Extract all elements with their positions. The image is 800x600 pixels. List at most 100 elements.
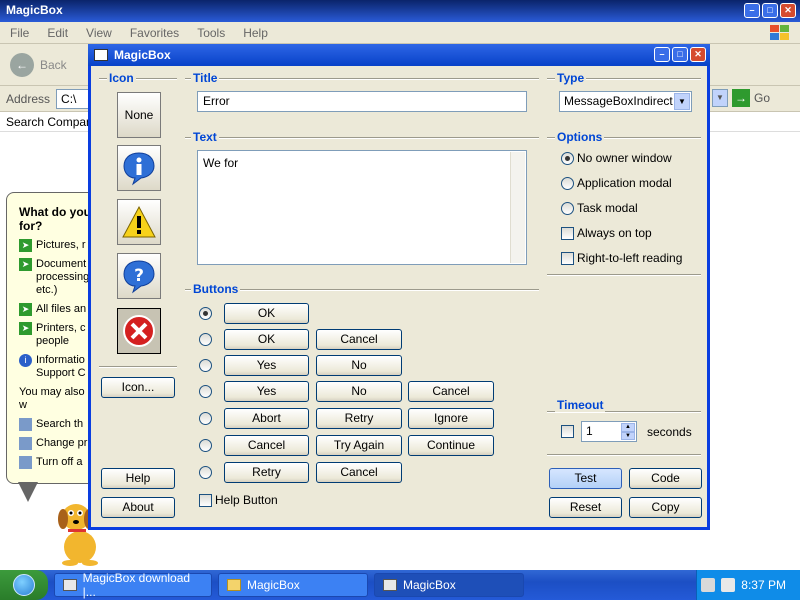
button-set-radio-canceltrycontinue[interactable] (199, 439, 212, 452)
rtl-reading-label[interactable]: Right-to-left reading (577, 251, 682, 265)
dialog-title: MagicBox (114, 48, 171, 62)
maximize-icon[interactable]: □ (672, 47, 688, 62)
sample-cancel-button[interactable]: Cancel (316, 462, 402, 483)
menu-tools[interactable]: Tools (197, 26, 225, 40)
task-modal-radio[interactable] (561, 202, 574, 215)
back-label[interactable]: Back (40, 58, 67, 72)
menu-view[interactable]: View (86, 26, 112, 40)
balloon-tail (18, 482, 38, 502)
sample-no-button[interactable]: No (316, 355, 402, 376)
tray-app-icon[interactable] (701, 578, 716, 592)
task-folder[interactable]: MagicBox (218, 573, 368, 597)
application-modal-label[interactable]: Application modal (577, 176, 672, 190)
sample-try-again-button[interactable]: Try Again (316, 435, 402, 456)
no-owner-radio[interactable] (561, 152, 574, 165)
test-button[interactable]: Test (549, 468, 622, 489)
code-button[interactable]: Code (629, 468, 702, 489)
text-scrollbar[interactable] (510, 152, 525, 263)
info-icon-button[interactable] (117, 145, 161, 191)
application-modal-radio[interactable] (561, 177, 574, 190)
balloon-subitem[interactable]: Turn off a (19, 456, 95, 469)
address-dropdown-icon[interactable]: ▼ (712, 89, 728, 107)
timeout-input[interactable]: 1 ▲ ▼ (581, 421, 637, 442)
task-browser[interactable]: MagicBox download |... (54, 571, 212, 599)
help-button-label[interactable]: Help Button (215, 493, 278, 507)
sample-yes-button[interactable]: Yes (224, 381, 309, 402)
sample-no-button[interactable]: No (316, 381, 402, 402)
spinner-icon[interactable]: ▲ ▼ (621, 423, 635, 440)
always-on-top-label[interactable]: Always on top (577, 226, 652, 240)
button-set-radio-ok[interactable] (199, 307, 212, 320)
error-icon (123, 315, 155, 347)
reset-button[interactable]: Reset (549, 497, 622, 518)
sample-retry-button[interactable]: Retry (316, 408, 402, 429)
message-text-area[interactable]: We for (197, 150, 527, 265)
minimize-icon[interactable]: – (744, 3, 760, 18)
sample-retry-button[interactable]: Retry (224, 462, 309, 483)
balloon-subitem[interactable]: Search th (19, 418, 95, 431)
browser-icon (63, 579, 77, 591)
preferences-icon (19, 437, 32, 450)
menu-favorites[interactable]: Favorites (130, 26, 179, 40)
sample-ignore-button[interactable]: Ignore (408, 408, 494, 429)
timeout-checkbox[interactable] (561, 425, 574, 438)
rtl-reading-checkbox[interactable] (561, 252, 574, 265)
sample-cancel-button[interactable]: Cancel (316, 329, 402, 350)
taskbar: MagicBox download |... MagicBox MagicBox… (0, 570, 800, 600)
custom-icon-button[interactable]: Icon... (101, 377, 175, 398)
task-magicbox[interactable]: MagicBox (374, 573, 524, 597)
close-icon[interactable]: ✕ (690, 47, 706, 62)
background-menu-bar: File Edit View Favorites Tools Help (0, 22, 800, 44)
sample-ok-button[interactable]: OK (224, 303, 309, 324)
text-section-rule (185, 137, 539, 139)
error-icon-button[interactable] (117, 308, 161, 354)
title-input[interactable]: Error (197, 91, 527, 112)
no-owner-label[interactable]: No owner window (577, 151, 672, 165)
help-button[interactable]: Help (101, 468, 175, 489)
menu-help[interactable]: Help (243, 26, 268, 40)
volume-icon[interactable] (721, 578, 736, 592)
go-label[interactable]: Go (754, 91, 770, 105)
windows-flag-icon (770, 25, 789, 40)
go-arrow-icon[interactable]: → (732, 89, 750, 107)
about-button[interactable]: About (101, 497, 175, 518)
back-arrow-icon[interactable]: ← (10, 52, 34, 77)
dialog-title-bar[interactable]: MagicBox – □ ✕ (88, 44, 710, 66)
button-set-radio-yesno[interactable] (199, 359, 212, 372)
information-icon (123, 152, 155, 186)
balloon-subitem[interactable]: Change pr (19, 437, 95, 450)
sample-continue-button[interactable]: Continue (408, 435, 494, 456)
balloon-item[interactable]: ➤ Printers, c people (19, 322, 95, 348)
start-button[interactable] (0, 570, 48, 600)
button-set-radio-retrycancel[interactable] (199, 466, 212, 479)
button-set-radio-yesnocancel[interactable] (199, 385, 212, 398)
chevron-down-icon[interactable]: ▼ (674, 93, 690, 110)
copy-button[interactable]: Copy (629, 497, 702, 518)
sample-cancel-button[interactable]: Cancel (408, 381, 494, 402)
menu-edit[interactable]: Edit (47, 26, 68, 40)
magicbox-icon (383, 579, 397, 591)
question-icon-button[interactable]: ? (117, 253, 161, 299)
button-set-radio-okcancel[interactable] (199, 333, 212, 346)
type-select[interactable]: MessageBoxIndirect ▼ (559, 91, 692, 112)
sample-yes-button[interactable]: Yes (224, 355, 309, 376)
balloon-item[interactable]: ➤ Document processing etc.) (19, 258, 95, 297)
sample-ok-button[interactable]: OK (224, 329, 309, 350)
title-section-rule (185, 78, 539, 80)
balloon-item[interactable]: i Informatio Support C (19, 354, 95, 380)
balloon-item[interactable]: ➤ Pictures, r (19, 239, 95, 252)
help-button-checkbox[interactable] (199, 494, 212, 507)
task-modal-label[interactable]: Task modal (577, 201, 638, 215)
maximize-icon[interactable]: □ (762, 3, 778, 18)
close-icon[interactable]: ✕ (780, 3, 796, 18)
balloon-item[interactable]: ➤ All files an (19, 303, 95, 316)
always-on-top-checkbox[interactable] (561, 227, 574, 240)
button-set-radio-abortretryignore[interactable] (199, 412, 212, 425)
icon-none-button[interactable]: None (117, 92, 161, 138)
minimize-icon[interactable]: – (654, 47, 670, 62)
menu-file[interactable]: File (10, 26, 29, 40)
clock[interactable]: 8:37 PM (741, 578, 786, 592)
sample-cancel-button[interactable]: Cancel (224, 435, 309, 456)
warning-icon-button[interactable] (117, 199, 161, 245)
sample-abort-button[interactable]: Abort (224, 408, 309, 429)
